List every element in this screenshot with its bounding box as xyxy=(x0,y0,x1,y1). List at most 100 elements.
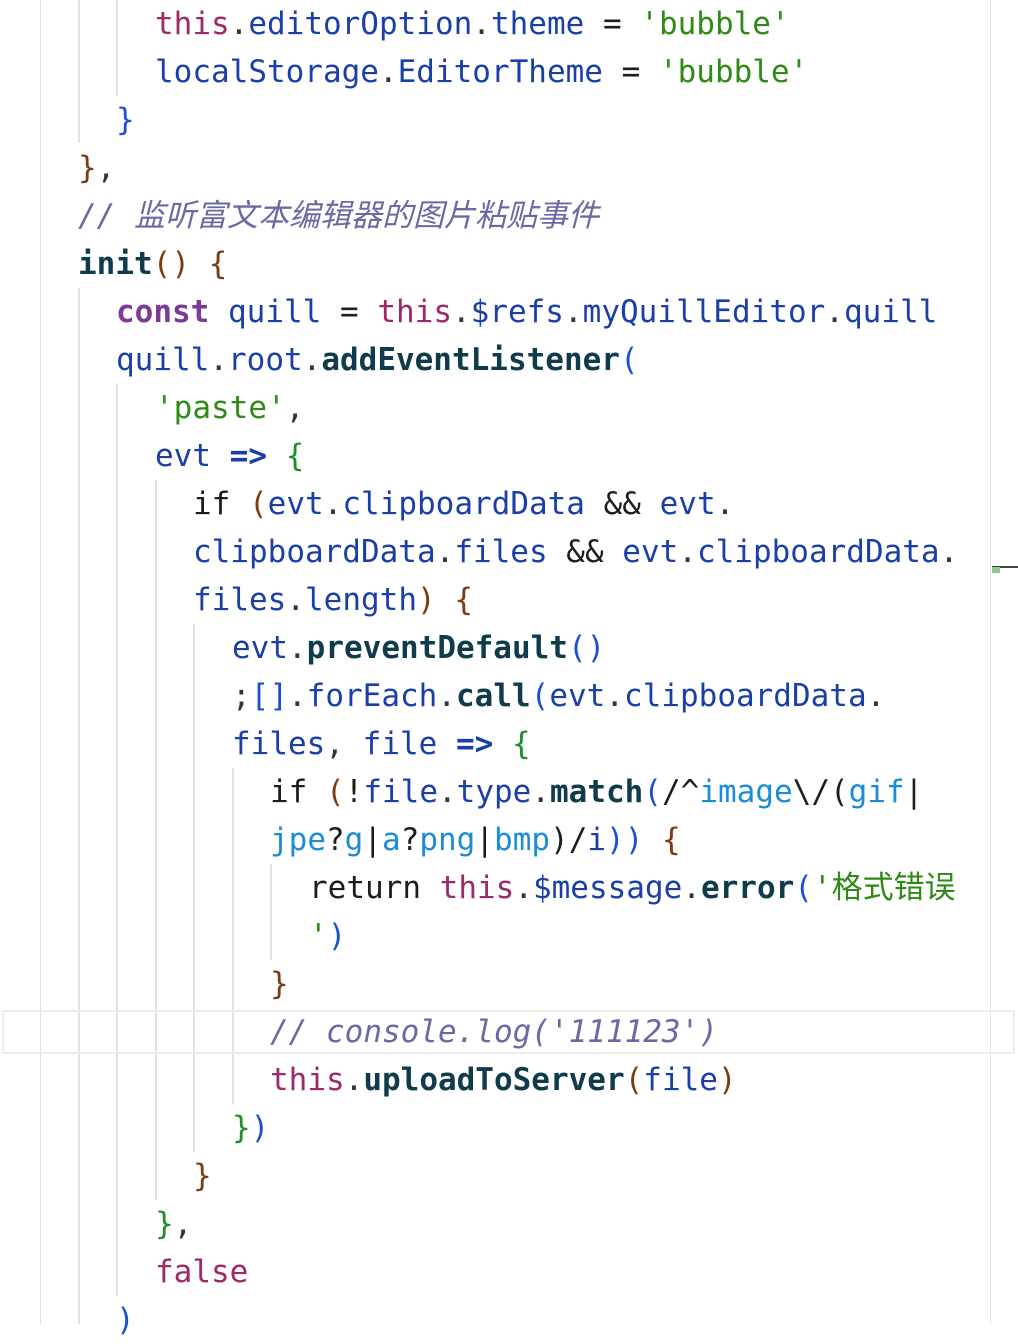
code-token: png xyxy=(419,822,476,858)
code-token: file xyxy=(362,726,438,762)
code-token: \/( xyxy=(792,774,849,810)
code-token: uploadToServer xyxy=(363,1062,625,1098)
code-line[interactable]: clipboardData.files && evt.clipboardData… xyxy=(0,528,1018,576)
code-token: ( xyxy=(326,774,345,810)
code-token: ) xyxy=(116,1302,135,1338)
code-token: = xyxy=(602,54,659,90)
code-token: } xyxy=(270,966,289,1002)
code-token: . xyxy=(323,486,343,522)
code-token: 'paste' xyxy=(155,390,286,426)
code-token: } xyxy=(116,102,135,138)
code-line[interactable]: // console.log('111123') xyxy=(0,1008,1018,1056)
code-line[interactable]: files.length) { xyxy=(0,576,1018,624)
code-token: quill xyxy=(843,294,938,330)
code-token: this xyxy=(270,1062,345,1098)
code-line[interactable]: } xyxy=(0,960,1018,1008)
code-line[interactable]: ) xyxy=(0,1296,1018,1344)
code-token: | xyxy=(904,774,924,810)
code-line[interactable]: }, xyxy=(0,1200,1018,1248)
code-token: . xyxy=(531,774,550,810)
code-token: . xyxy=(514,870,533,906)
code-line[interactable]: // 监听富文本编辑器的图片粘贴事件 xyxy=(0,192,1018,240)
code-line[interactable]: return this.$message.error('格式错误 xyxy=(0,864,1018,912)
code-token: root xyxy=(228,342,303,378)
code-token: . xyxy=(715,486,735,522)
code-token: 'bubble' xyxy=(640,6,790,42)
code-token: . xyxy=(438,774,457,810)
code-line[interactable]: ') xyxy=(0,912,1018,960)
code-token: const xyxy=(116,294,210,330)
code-token: . xyxy=(435,534,455,570)
code-token: EditorTheme xyxy=(397,54,603,90)
code-token: = xyxy=(584,6,641,42)
code-token: && xyxy=(584,486,660,522)
code-line[interactable]: if (evt.clipboardData && evt. xyxy=(0,480,1018,528)
code-token: $message xyxy=(532,870,683,906)
code-token: ( xyxy=(624,1062,644,1098)
code-line[interactable]: quill.root.addEventListener( xyxy=(0,336,1018,384)
code-token: evt xyxy=(622,534,679,570)
code-token: i xyxy=(587,822,607,858)
code-token: ? xyxy=(400,822,420,858)
code-line[interactable]: files, file => { xyxy=(0,720,1018,768)
code-token: file xyxy=(363,774,438,810)
code-line[interactable]: } xyxy=(0,96,1018,144)
code-line[interactable]: jpe?g|a?png|bmp)/i)) { xyxy=(0,816,1018,864)
code-token: ) xyxy=(416,582,436,618)
code-line[interactable]: } xyxy=(0,1152,1018,1200)
code-line[interactable]: evt.preventDefault() xyxy=(0,624,1018,672)
code-token: ( xyxy=(643,774,662,810)
code-line[interactable]: ;[].forEach.call(evt.clipboardData. xyxy=(0,672,1018,720)
code-token: clipboardData xyxy=(193,534,436,570)
code-editor[interactable]: this.editorOption.theme = 'bubble' localS… xyxy=(0,0,1018,1338)
code-token: ( xyxy=(530,678,550,714)
code-token: } xyxy=(232,1110,251,1146)
code-line[interactable]: }) xyxy=(0,1104,1018,1152)
code-token: . xyxy=(209,342,228,378)
code-line[interactable]: init() { xyxy=(0,240,1018,288)
code-line[interactable]: localStorage.EditorTheme = 'bubble' xyxy=(0,48,1018,96)
code-token: . xyxy=(451,294,471,330)
code-line[interactable]: 'paste', xyxy=(0,384,1018,432)
code-token: . xyxy=(288,630,307,666)
code-token: . xyxy=(605,678,624,714)
code-token: quill xyxy=(228,294,322,330)
code-line[interactable]: false xyxy=(0,1248,1018,1296)
code-token: evt xyxy=(232,630,288,666)
code-token: if xyxy=(193,486,249,522)
code-token: . xyxy=(682,870,701,906)
code-token: g xyxy=(344,822,364,858)
code-token: files xyxy=(454,534,548,570)
code-token: ) xyxy=(717,1062,737,1098)
code-token: , xyxy=(96,150,116,186)
code-token: // 监听富文本编辑器的图片粘贴事件 xyxy=(78,198,599,234)
code-line[interactable]: if (!file.type.match(/^image\/(gif| xyxy=(0,768,1018,816)
code-token: ( xyxy=(794,870,813,906)
code-token: file xyxy=(643,1062,718,1098)
cursor-marker xyxy=(992,567,1000,573)
code-line[interactable]: }, xyxy=(0,144,1018,192)
code-token: evt xyxy=(267,486,324,522)
code-token: { xyxy=(208,246,228,282)
code-token: evt xyxy=(155,438,211,474)
code-token: . xyxy=(286,582,305,618)
code-line[interactable]: this.uploadToServer(file) xyxy=(0,1056,1018,1104)
code-token: clipboardData xyxy=(342,486,585,522)
code-token: clipboardData xyxy=(696,534,940,570)
code-token: this xyxy=(377,294,452,330)
code-line[interactable]: this.editorOption.theme = 'bubble' xyxy=(0,0,1018,48)
code-token: 'bubble' xyxy=(658,54,809,90)
code-token: editorOption xyxy=(248,6,473,42)
code-token: } xyxy=(78,150,97,186)
code-token: jpe xyxy=(270,822,326,858)
code-token: gif xyxy=(848,774,905,810)
code-token: addEventListener xyxy=(321,342,620,378)
code-line[interactable]: const quill = this.$refs.myQuillEditor.q… xyxy=(0,288,1018,336)
code-token: // console.log('111123') xyxy=(270,1014,718,1050)
code-token: $refs xyxy=(470,294,564,330)
code-line[interactable]: evt => { xyxy=(0,432,1018,480)
